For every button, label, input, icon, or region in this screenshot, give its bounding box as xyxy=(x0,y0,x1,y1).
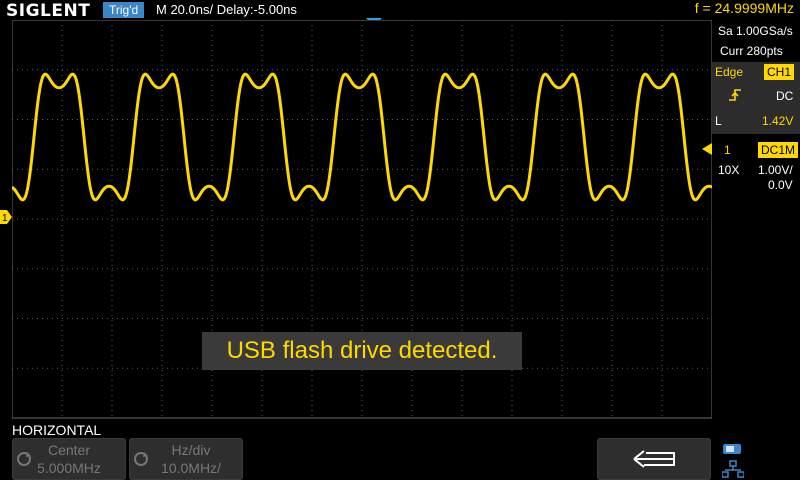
brand-logo: SIGLENT xyxy=(6,1,91,21)
trigger-coupling: DC xyxy=(776,89,794,103)
center-softkey-value: 5.000MHz xyxy=(37,460,101,476)
rising-edge-icon xyxy=(729,89,741,101)
return-button[interactable] xyxy=(597,438,711,480)
timebase-readout[interactable]: M 20.0ns/ Delay:-5.00ns xyxy=(156,2,297,17)
hz-div-softkey[interactable]: Hz/div 10.0MHz/ xyxy=(129,438,243,480)
frequency-readout: f = 24.9999MHz xyxy=(694,0,794,16)
ch1-info-box[interactable]: 1 DC1M 10X 1.00V/ 0.0V xyxy=(712,140,800,196)
hz-div-softkey-value: 10.0MHz/ xyxy=(161,460,221,476)
memory-depth: Curr 280pts xyxy=(720,44,783,58)
return-arrow-icon xyxy=(633,450,675,468)
trigger-info-box[interactable]: Edge CH1 DC L 1.42V xyxy=(712,62,800,134)
usb-notification: USB flash drive detected. xyxy=(202,332,522,370)
ch1-offset-marker-icon[interactable]: 1 xyxy=(0,210,12,224)
trigger-level-marker-icon[interactable] xyxy=(702,143,712,155)
trigger-level-label: L xyxy=(715,114,722,128)
channel-coupling-badge: DC1M xyxy=(758,142,799,158)
usb-storage-icon xyxy=(723,444,741,454)
ch1-marker-label: 1 xyxy=(2,213,8,224)
probe-attenuation: 10X xyxy=(718,163,740,177)
trigger-status-badge[interactable]: Trig'd xyxy=(103,2,145,18)
trigger-source-badge: CH1 xyxy=(764,64,795,80)
center-softkey-title: Center xyxy=(47,442,91,458)
volts-per-div: 1.00V/ xyxy=(758,163,793,177)
sample-rate: Sa 1.00GSa/s xyxy=(718,24,793,38)
channel-number: 1 xyxy=(724,143,731,157)
center-softkey[interactable]: Center 5.000MHz xyxy=(12,438,126,480)
menu-title: HORIZONTAL xyxy=(12,422,102,438)
network-icon xyxy=(722,460,744,478)
top-status-bar: SIGLENT Trig'd M 20.0ns/ Delay:-5.00ns f… xyxy=(0,0,800,21)
trigger-level-value: 1.42V xyxy=(762,114,794,128)
hz-div-softkey-title: Hz/div xyxy=(171,442,211,458)
trigger-type: Edge xyxy=(715,65,744,79)
channel-offset: 0.0V xyxy=(768,178,793,192)
